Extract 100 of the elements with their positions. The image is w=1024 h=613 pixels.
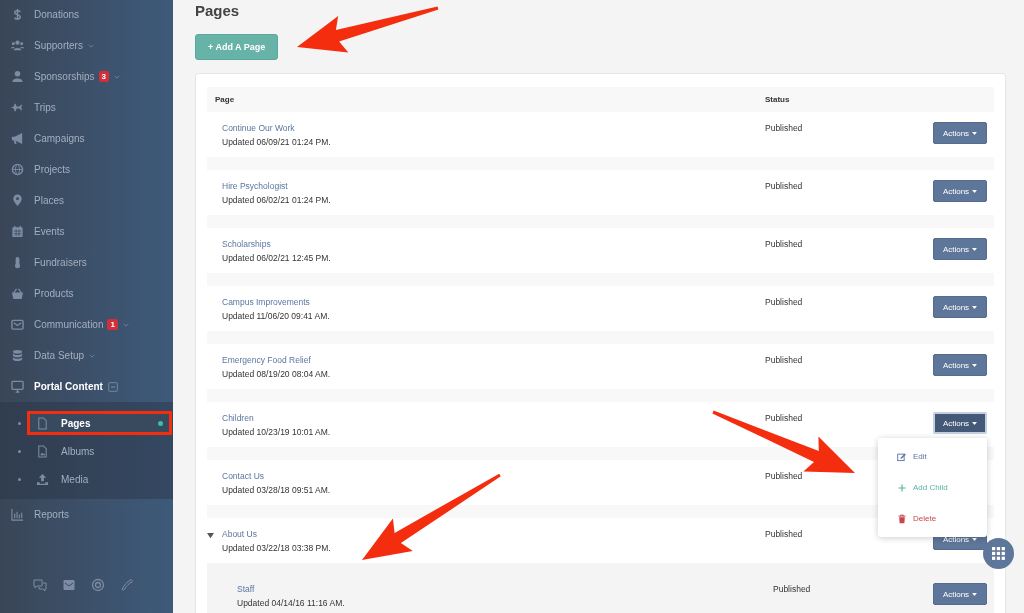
sidebar-item[interactable]: Projects bbox=[0, 154, 173, 185]
status-text: Published bbox=[765, 296, 804, 309]
chart-icon bbox=[11, 508, 24, 521]
phone-icon bbox=[120, 578, 134, 592]
updated-text: Updated 11/06/20 09:41 AM. bbox=[222, 311, 330, 321]
expand-toggle[interactable] bbox=[207, 532, 214, 539]
actions-button[interactable]: Actions bbox=[933, 583, 987, 605]
actions-button[interactable]: Actions bbox=[933, 238, 987, 260]
edit-icon bbox=[897, 451, 907, 462]
column-header: Status bbox=[765, 95, 791, 104]
caret-icon bbox=[972, 421, 978, 425]
updated-text: Updated 10/23/19 10:01 AM. bbox=[222, 427, 331, 437]
page-link[interactable]: Scholarships bbox=[222, 239, 331, 249]
sidebar-item[interactable]: Reports bbox=[0, 499, 173, 530]
caret-icon bbox=[972, 131, 978, 135]
sidebar-label: Fundraisers bbox=[34, 257, 87, 268]
column-header: Page bbox=[214, 95, 236, 104]
submenu-label: Albums bbox=[61, 445, 95, 457]
count-badge: 3 bbox=[98, 71, 110, 82]
plane-icon bbox=[11, 101, 24, 114]
status-text: Published bbox=[765, 528, 804, 541]
status-text: Published bbox=[765, 122, 804, 135]
sidebar-label: Trips bbox=[34, 102, 56, 113]
page-link[interactable]: Continue Our Work bbox=[222, 123, 331, 133]
sidebar-item[interactable]: Trips bbox=[0, 92, 173, 123]
calendar-icon bbox=[11, 225, 24, 238]
active-dot bbox=[158, 420, 163, 426]
status-text: Published bbox=[765, 180, 804, 193]
pin-icon bbox=[11, 194, 24, 207]
actions-button[interactable]: Actions bbox=[933, 412, 987, 434]
sidebar-label: Communication bbox=[34, 319, 104, 330]
sidebar-item[interactable]: Supporters bbox=[0, 30, 173, 61]
submenu-item[interactable]: Albums bbox=[27, 439, 172, 463]
database-icon bbox=[11, 349, 24, 362]
status-text: Published bbox=[765, 470, 804, 483]
sidebar-item[interactable]: Events bbox=[0, 216, 173, 247]
status-text: Published bbox=[765, 412, 804, 425]
page-link[interactable]: Contact Us bbox=[222, 471, 331, 481]
sidebar-item[interactable]: Campaigns bbox=[0, 123, 173, 154]
sidebar-label: Data Setup bbox=[34, 350, 85, 361]
tree-dot bbox=[18, 449, 21, 453]
updated-text: Updated 06/02/21 12:45 PM. bbox=[222, 253, 331, 263]
dollar-icon bbox=[11, 8, 24, 21]
menu-item[interactable]: Add Child bbox=[878, 472, 987, 503]
grid-icon bbox=[992, 547, 1005, 560]
sidebar-label: Supporters bbox=[34, 40, 83, 51]
submenu-item[interactable]: Media bbox=[27, 467, 172, 491]
sidebar-item[interactable]: Communication 1 bbox=[0, 309, 173, 340]
updated-text: Updated 06/02/21 01:24 PM. bbox=[222, 195, 331, 205]
tree-dot bbox=[18, 477, 21, 481]
sidebar-label: Donations bbox=[34, 9, 80, 20]
plus-icon bbox=[897, 482, 907, 493]
submenu-label: Pages bbox=[61, 417, 91, 429]
updated-text: Updated 04/14/16 11:16 AM. bbox=[237, 598, 345, 608]
actions-button[interactable]: Actions bbox=[933, 296, 987, 318]
sidebar-item[interactable]: Portal Content bbox=[0, 371, 173, 402]
monitor-icon bbox=[11, 380, 24, 393]
sidebar-item[interactable]: Donations bbox=[0, 0, 173, 30]
caret-icon bbox=[972, 363, 978, 367]
chat-icon bbox=[33, 578, 47, 592]
trash-icon bbox=[897, 513, 907, 524]
status-text: Published bbox=[765, 354, 804, 367]
actions-button[interactable]: Actions bbox=[933, 122, 987, 144]
status-text: Published bbox=[773, 583, 812, 596]
sidebar-label: Places bbox=[34, 195, 64, 206]
sidebar-label: Sponsorships bbox=[34, 71, 95, 82]
submenu-item[interactable]: Pages bbox=[27, 411, 172, 435]
page-link[interactable]: Staff bbox=[237, 584, 345, 594]
actions-button[interactable]: Actions bbox=[933, 180, 987, 202]
caret-icon bbox=[972, 247, 978, 251]
sidebar-item[interactable]: Places bbox=[0, 185, 173, 216]
page-link[interactable]: Children bbox=[222, 413, 331, 423]
sidebar-label: Campaigns bbox=[34, 133, 85, 144]
updated-text: Updated 03/28/18 09:51 AM. bbox=[222, 485, 331, 495]
upload-icon bbox=[36, 472, 49, 486]
status-text: Published bbox=[765, 238, 804, 251]
page-title: Pages bbox=[195, 1, 241, 20]
image-file-icon bbox=[36, 444, 49, 458]
page-link[interactable]: About Us bbox=[222, 529, 331, 539]
submenu-label: Media bbox=[61, 473, 89, 485]
page-link[interactable]: Emergency Food Relief bbox=[222, 355, 331, 365]
count-badge: 1 bbox=[107, 319, 118, 330]
globe-icon bbox=[11, 163, 24, 176]
sidebar-label: Products bbox=[34, 288, 74, 299]
sidebar-label: Reports bbox=[34, 509, 69, 520]
actions-button[interactable]: Actions bbox=[933, 354, 987, 376]
sidebar-item[interactable]: Sponsorships 3 bbox=[0, 61, 173, 92]
page-link[interactable]: Campus Improvements bbox=[222, 297, 330, 307]
updated-text: Updated 06/09/21 01:24 PM. bbox=[222, 137, 331, 147]
user-icon bbox=[11, 70, 24, 83]
updated-text: Updated 03/22/18 03:38 PM. bbox=[222, 543, 331, 553]
sidebar-item[interactable]: Products bbox=[0, 278, 173, 309]
add-page-button[interactable]: + Add A Page bbox=[195, 34, 279, 60]
page-link[interactable]: Hire Psychologist bbox=[222, 181, 331, 191]
sidebar-item[interactable]: Fundraisers bbox=[0, 247, 173, 278]
sidebar-item[interactable]: Data Setup bbox=[0, 340, 173, 371]
menu-item[interactable]: Edit bbox=[878, 441, 987, 472]
sidebar-label: Projects bbox=[34, 164, 71, 175]
lifebuoy-icon bbox=[91, 578, 105, 592]
users-icon bbox=[11, 39, 24, 52]
